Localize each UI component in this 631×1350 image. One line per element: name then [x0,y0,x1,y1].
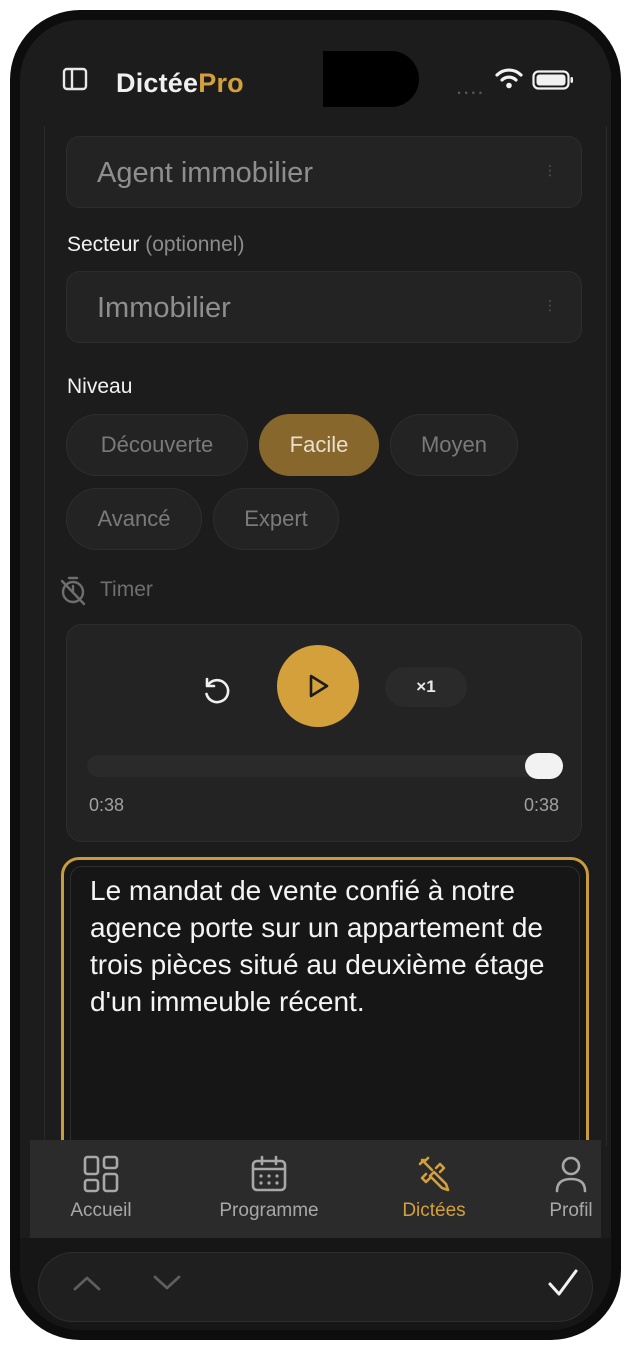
dictation-text[interactable]: Le mandat de vente confié à notre agence… [90,872,572,1020]
app-screen: DictéePro .... Agent immobilier ⋮ Secteu… [20,20,611,1330]
signal-icon: .... [456,74,485,99]
tab-programme[interactable]: Programme [198,1140,340,1238]
speed-button[interactable]: ×1 [385,667,467,707]
dynamic-island [323,51,419,107]
elapsed-time: 0:38 [89,795,125,815]
play-icon [309,674,329,698]
timer-label: Timer [100,578,153,601]
level-chip-avance[interactable]: Avancé [66,488,202,550]
chevron-icon: ⋮ [543,297,557,313]
grid-icon [83,1155,119,1193]
sector-optional-text: (optionnel) [145,233,245,256]
sector-label-text: Secteur [67,233,140,256]
sector-label: Secteur (optionnel) [67,233,244,257]
tab-dictees-label: Dictées [402,1200,466,1221]
tab-dictees[interactable]: Dictées [363,1140,505,1238]
pencil-icon [418,1156,450,1192]
progress-thumb[interactable] [525,753,563,779]
tab-accueil-label: Accueil [70,1200,132,1221]
app-logo: DictéePro [116,68,244,99]
checkmark-icon[interactable] [548,1268,578,1298]
user-icon [555,1156,587,1193]
calendar-icon [251,1155,287,1192]
keyboard-accessory-bar [20,1238,611,1330]
sidebar-icon[interactable] [62,66,88,92]
level-chip-moyen[interactable]: Moyen [390,414,518,476]
audio-player: ×1 0:38 0:38 [66,624,582,842]
level-chip-decouverte[interactable]: Découverte [66,414,248,476]
replay-icon[interactable] [197,671,237,711]
total-time: 0:38 [523,795,559,815]
tab-programme-label: Programme [219,1200,319,1221]
chevron-icon: ⋮ [543,162,557,178]
dictation-input[interactable]: Le mandat de vente confié à notre agence… [61,857,589,1184]
brand-accent: Pro [198,68,244,98]
battery-icon [532,70,573,90]
play-button[interactable] [277,645,359,727]
chevron-down-icon[interactable] [152,1274,182,1292]
sector-select-value: Immobilier [97,292,231,324]
tab-bar: Accueil Programme Dictées Profil [30,1140,601,1238]
sector-select[interactable]: Immobilier ⋮ [66,271,582,343]
job-select-value: Agent immobilier [97,157,313,189]
timer-off-icon [60,576,86,606]
accessory-pill [38,1252,593,1322]
tab-profil-label: Profil [549,1200,593,1221]
tab-profil[interactable]: Profil [500,1140,611,1238]
level-chip-expert[interactable]: Expert [213,488,339,550]
timer-toggle[interactable]: Timer [58,574,153,611]
level-label: Niveau [67,375,133,398]
wifi-icon [495,68,523,89]
progress-track[interactable] [87,755,561,777]
chevron-up-icon[interactable] [72,1274,102,1292]
top-bar: DictéePro .... [20,20,611,126]
tab-accueil[interactable]: Accueil [30,1140,172,1238]
brand-main: Dictée [116,68,199,98]
job-select[interactable]: Agent immobilier ⋮ [66,136,582,208]
level-chip-facile[interactable]: Facile [259,414,379,476]
phone-frame: DictéePro .... Agent immobilier ⋮ Secteu… [10,10,621,1340]
